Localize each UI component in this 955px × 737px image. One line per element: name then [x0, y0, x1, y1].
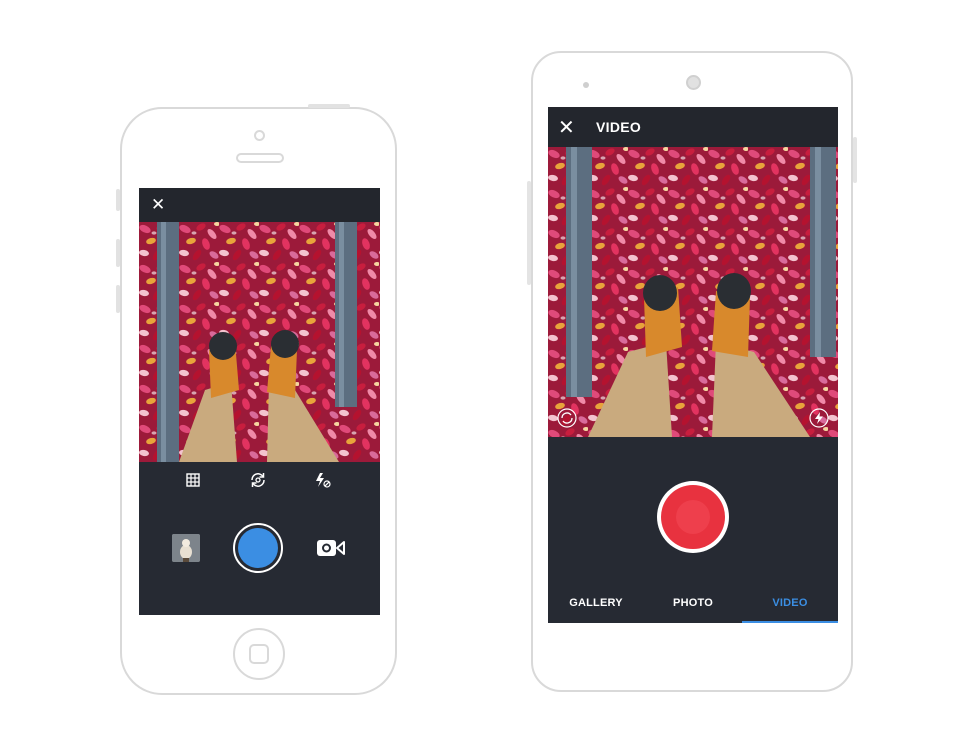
camera-tools-bar: [139, 462, 380, 498]
shutter-fill: [238, 528, 278, 568]
volume-down-button: [116, 285, 120, 313]
tab-video[interactable]: VIDEO: [742, 597, 838, 609]
capture-controls: [139, 498, 380, 615]
iphone-mockup: ✕: [116, 104, 397, 695]
gallery-thumbnail-image: [172, 534, 200, 562]
top-bar: ✕: [139, 188, 380, 222]
flash-off-icon[interactable]: [312, 470, 332, 490]
power-button: [853, 137, 857, 183]
camera-screen: ✕ VIDEO GALLERY PHOTO VIDEO: [548, 107, 838, 623]
gallery-thumbnail[interactable]: [172, 534, 200, 562]
page-title: VIDEO: [596, 119, 642, 135]
tab-photo[interactable]: PHOTO: [645, 597, 741, 609]
camera-screen: ✕: [139, 188, 380, 615]
viewfinder-image: [139, 222, 380, 462]
photo-shutter-button[interactable]: [233, 523, 283, 573]
tab-gallery[interactable]: GALLERY: [548, 597, 644, 609]
switch-camera-icon[interactable]: [248, 470, 268, 490]
proximity-sensor: [583, 82, 589, 88]
close-icon[interactable]: ✕: [558, 116, 575, 138]
volume-up-button: [116, 239, 120, 267]
mute-switch: [116, 189, 120, 211]
camera-viewfinder[interactable]: [139, 222, 380, 462]
power-button: [308, 104, 350, 108]
viewfinder-image: [548, 147, 838, 437]
home-button-square: [249, 644, 269, 664]
volume-rocker: [527, 181, 531, 285]
earpiece-speaker: [236, 153, 284, 163]
camera-viewfinder[interactable]: [548, 147, 838, 437]
active-tab-indicator: [742, 621, 838, 623]
switch-camera-icon[interactable]: [556, 407, 578, 429]
home-button[interactable]: [233, 628, 285, 680]
grid-icon[interactable]: [183, 470, 203, 490]
top-bar: ✕ VIDEO: [548, 107, 838, 147]
front-camera: [254, 130, 265, 141]
record-button-core: [676, 500, 710, 534]
record-button[interactable]: [657, 481, 729, 553]
flash-icon[interactable]: [808, 407, 830, 429]
video-camera-icon[interactable]: [316, 536, 346, 560]
record-button-fill: [661, 485, 725, 549]
android-mockup: ✕ VIDEO GALLERY PHOTO VIDEO: [527, 51, 857, 692]
mode-tabs: GALLERY PHOTO VIDEO: [548, 589, 838, 623]
close-icon[interactable]: ✕: [151, 195, 165, 215]
front-camera: [686, 75, 701, 90]
